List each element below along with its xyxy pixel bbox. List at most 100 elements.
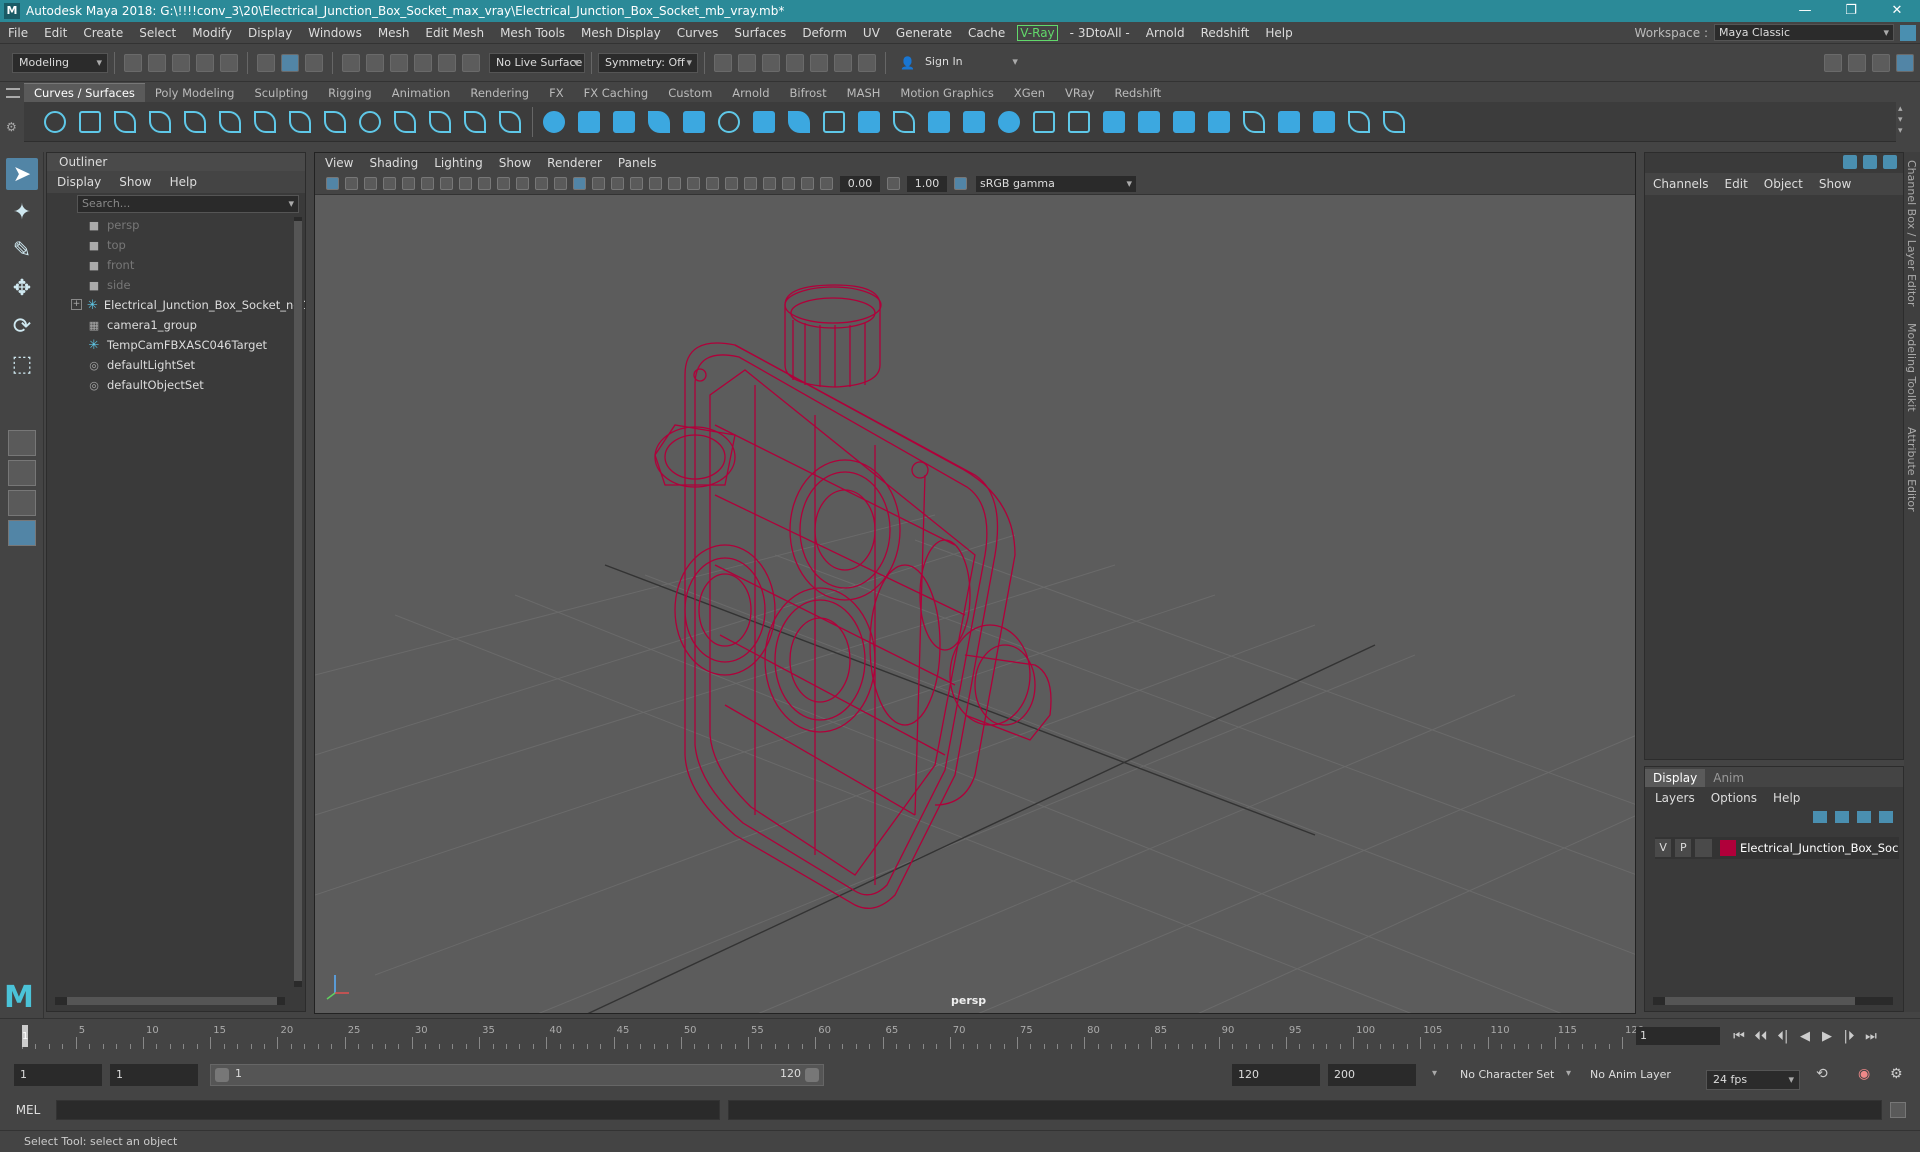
pause-icon[interactable]: [858, 53, 876, 72]
step-back-key-button[interactable]: ⏴⏴: [1750, 1029, 1772, 1044]
move-layer-up-icon[interactable]: [1813, 811, 1827, 823]
close-button[interactable]: ✕: [1874, 0, 1920, 22]
shelf-tab-sculpting[interactable]: Sculpting: [244, 84, 318, 102]
image-plane-icon[interactable]: [383, 177, 396, 190]
outliner-item[interactable]: ■ front: [47, 255, 305, 275]
outliner-layout-icon[interactable]: [8, 520, 36, 546]
menu-create[interactable]: Create: [75, 26, 131, 40]
single-view-layout-icon[interactable]: [8, 430, 36, 456]
viewport-menu-panels[interactable]: Panels: [618, 156, 657, 170]
shelf-tab-poly-modeling[interactable]: Poly Modeling: [145, 84, 245, 102]
nurbs-cone-icon[interactable]: [646, 109, 672, 135]
grid-icon[interactable]: [440, 177, 453, 190]
range-end-handle[interactable]: [805, 1068, 819, 1082]
hypershade-icon[interactable]: [810, 53, 828, 72]
select-object-icon[interactable]: [281, 53, 299, 72]
shelf-tab-arnold[interactable]: Arnold: [722, 84, 779, 102]
shelf-tab-animation[interactable]: Animation: [382, 84, 461, 102]
snap-surface-icon[interactable]: [438, 53, 456, 72]
trim-tool-icon[interactable]: [1066, 109, 1092, 135]
open-close-surfaces-icon[interactable]: [1206, 109, 1232, 135]
shelf-tab-fx[interactable]: FX: [539, 84, 574, 102]
nurbs-cylinder-icon[interactable]: [611, 109, 637, 135]
scale-tool-icon[interactable]: ⬚: [6, 348, 38, 380]
go-to-end-button[interactable]: ⏭: [1860, 1029, 1882, 1044]
layer-menu-options[interactable]: Options: [1711, 791, 1757, 805]
loop-icon[interactable]: ⟲: [1816, 1066, 1828, 1082]
side-tab-modeling-toolkit[interactable]: Modeling Toolkit: [1905, 323, 1918, 412]
project-curve-icon[interactable]: [1031, 109, 1057, 135]
shelf-tab-custom[interactable]: Custom: [658, 84, 722, 102]
curve-intersect-icon[interactable]: [252, 109, 278, 135]
shelf-tab-rendering[interactable]: Rendering: [460, 84, 539, 102]
select-component-icon[interactable]: [305, 53, 323, 72]
lock-icon[interactable]: [1900, 24, 1916, 41]
attach-curves-icon[interactable]: [287, 109, 313, 135]
render-view-icon[interactable]: [714, 53, 732, 72]
channel-box-icon[interactable]: [1896, 53, 1914, 72]
modeling-toolkit-icon[interactable]: [1824, 53, 1842, 72]
snap-curve-icon[interactable]: [366, 53, 384, 72]
menu-mesh[interactable]: Mesh: [370, 26, 418, 40]
new-layer-selected-icon[interactable]: [1879, 811, 1893, 823]
animation-end-field[interactable]: 200: [1328, 1064, 1416, 1086]
channel-box-toggle-icon[interactable]: [1843, 155, 1857, 169]
scrollbar-thumb[interactable]: [67, 997, 277, 1005]
menu-3dtoall[interactable]: - 3DtoAll -: [1062, 26, 1138, 40]
birail-icon[interactable]: [891, 109, 917, 135]
fps-dropdown[interactable]: 24 fps: [1706, 1070, 1800, 1090]
play-backwards-button[interactable]: ◀: [1794, 1029, 1816, 1044]
bookmarks-icon[interactable]: [364, 177, 377, 190]
four-view-layout-icon[interactable]: [8, 460, 36, 486]
outliner-menu-help[interactable]: Help: [170, 175, 197, 189]
shelf-tab-xgen[interactable]: XGen: [1004, 84, 1055, 102]
bevel-plus-icon[interactable]: [996, 109, 1022, 135]
color-management-icon[interactable]: [954, 177, 967, 190]
attach-surfaces-icon[interactable]: [1136, 109, 1162, 135]
menu-cache[interactable]: Cache: [960, 26, 1013, 40]
menu-mesh-display[interactable]: Mesh Display: [573, 26, 669, 40]
menu-edit[interactable]: Edit: [36, 26, 75, 40]
playback-end-field[interactable]: 120: [1232, 1064, 1320, 1086]
nurbs-cube-icon[interactable]: [576, 109, 602, 135]
move-layer-down-icon[interactable]: [1835, 811, 1849, 823]
nurbs-torus-icon[interactable]: [716, 109, 742, 135]
default-material-icon[interactable]: [611, 177, 624, 190]
animation-preferences-icon[interactable]: ⚙: [1890, 1066, 1903, 1082]
planar-icon[interactable]: [821, 109, 847, 135]
snap-point-icon[interactable]: [390, 53, 408, 72]
channel-box-menu-channels[interactable]: Channels: [1653, 177, 1709, 191]
gamma-field[interactable]: 1.00: [907, 175, 947, 192]
layer-horizontal-scrollbar[interactable]: [1653, 997, 1893, 1005]
outliner-item[interactable]: + ✳ Electrical_Junction_Box_Socket_ncl1_1: [47, 295, 305, 315]
undo-icon[interactable]: [196, 53, 214, 72]
play-forwards-button[interactable]: ▶: [1816, 1029, 1838, 1044]
viewport-menu-lighting[interactable]: Lighting: [434, 156, 483, 170]
shelf-tab-mash[interactable]: MASH: [837, 84, 891, 102]
tab-anim[interactable]: Anim: [1705, 769, 1752, 787]
menu-file[interactable]: File: [0, 26, 36, 40]
menu-display[interactable]: Display: [240, 26, 300, 40]
menu-mesh-tools[interactable]: Mesh Tools: [492, 26, 573, 40]
menu-vray[interactable]: V-Ray: [1017, 24, 1058, 41]
viewport-menu-show[interactable]: Show: [499, 156, 531, 170]
outliner-item[interactable]: ■ persp: [47, 215, 305, 235]
extend-surface-icon[interactable]: [1276, 109, 1302, 135]
side-tab-channel-box[interactable]: Channel Box / Layer Editor: [1905, 160, 1918, 307]
redo-icon[interactable]: [220, 53, 238, 72]
layer-menu-layers[interactable]: Layers: [1655, 791, 1695, 805]
grease-pencil-icon[interactable]: [421, 177, 434, 190]
menu-edit-mesh[interactable]: Edit Mesh: [417, 26, 492, 40]
menu-arnold[interactable]: Arnold: [1138, 26, 1193, 40]
layer-color-swatch[interactable]: [1719, 840, 1736, 856]
anti-aliasing-icon[interactable]: [744, 177, 757, 190]
outliner-item[interactable]: ◎ defaultObjectSet: [47, 375, 305, 395]
shelf-tab-fx-caching[interactable]: FX Caching: [574, 84, 659, 102]
new-scene-icon[interactable]: [124, 53, 142, 72]
shelf-scroll-arrows[interactable]: ▴ ▾ ▾: [1898, 104, 1903, 137]
shelf-menu-icon[interactable]: [6, 88, 20, 98]
select-hierarchy-icon[interactable]: [257, 53, 275, 72]
gate-mask-icon[interactable]: [497, 177, 510, 190]
step-forward-frame-button[interactable]: |⏵: [1838, 1029, 1860, 1044]
maximize-button[interactable]: ❐: [1828, 0, 1874, 22]
